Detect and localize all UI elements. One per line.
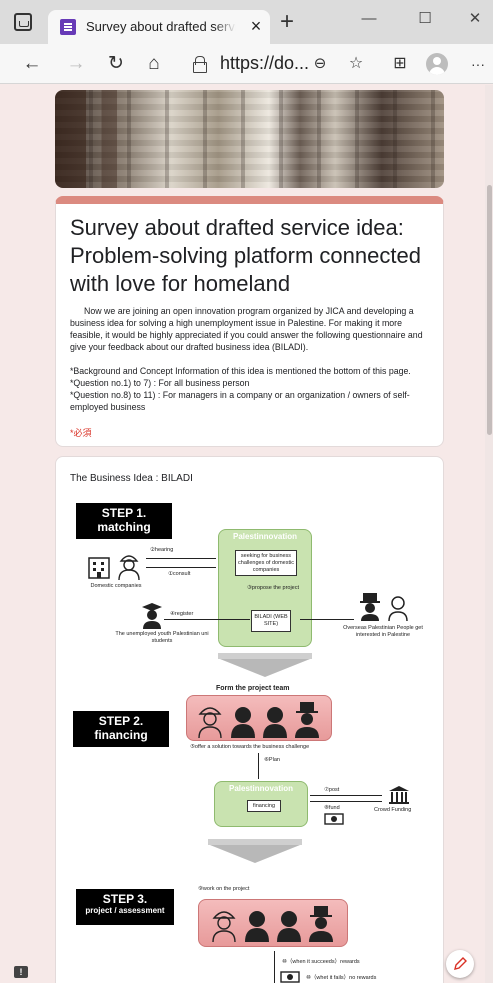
tab-title: Survey about drafted service idea xyxy=(86,19,236,34)
tab-actions-icon[interactable] xyxy=(14,13,32,31)
form-title: Survey about drafted service idea: Probl… xyxy=(70,215,421,296)
hearing-label: ②hearing xyxy=(150,547,174,553)
team-members-icon-2 xyxy=(212,906,333,942)
crowd-funding-label: Crowd Funding xyxy=(374,807,412,813)
fund-arrow xyxy=(310,801,382,802)
section-title: The Business Idea : BILADI xyxy=(70,473,193,484)
menu-icon[interactable]: ··· xyxy=(464,50,492,78)
flow-arrow-1-head xyxy=(220,659,310,677)
fails-label: ⑩（whet it fails）no rewards xyxy=(306,975,377,981)
domestic-companies-label: Domestic companies xyxy=(90,583,142,589)
worker-icon xyxy=(118,555,140,581)
scroll-thumb[interactable] xyxy=(487,185,492,435)
work-label: ⑨work on the project xyxy=(198,886,250,892)
overseas-arrow xyxy=(300,619,354,620)
step1-line2: matching xyxy=(97,520,151,534)
consult-label: ①consult xyxy=(168,571,191,577)
zoom-icon[interactable]: ⊖ xyxy=(306,50,334,78)
add-favorite-icon[interactable]: ☆ xyxy=(342,50,370,78)
step2-line2: financing xyxy=(94,728,148,742)
required-note: *必須 xyxy=(70,428,92,438)
step2-label: STEP 2. financing xyxy=(73,711,169,747)
back-icon[interactable]: ← xyxy=(18,50,46,78)
page-content: Survey about drafted service idea: Probl… xyxy=(0,85,493,983)
gentleman-icon xyxy=(360,593,380,621)
overseas-label: Overseas Palestinian People get interest… xyxy=(343,625,423,638)
maximize-button[interactable]: ☐ xyxy=(410,8,440,32)
propose-label: ③propose the project xyxy=(247,585,300,591)
pencil-icon xyxy=(454,957,467,970)
minimize-button[interactable]: — xyxy=(354,8,384,32)
tab-bar: Survey about drafted service idea × + — … xyxy=(0,0,493,44)
close-window-button[interactable]: ✕ xyxy=(460,8,490,32)
description-note: *Question no.8) to 11) : For managers in… xyxy=(70,390,410,412)
description-note: *Question no.1) to 7) : For all business… xyxy=(70,378,250,388)
step3-line1: STEP 3. xyxy=(102,892,148,906)
fund-label: ⑧fund xyxy=(324,805,340,811)
google-forms-icon xyxy=(60,19,76,35)
biladi-box: BILADI (WEB SITE) xyxy=(251,610,291,632)
form-description: Now we are joining an open innovation pr… xyxy=(70,305,432,413)
profile-avatar[interactable] xyxy=(426,53,448,75)
financing-box: financing xyxy=(247,800,281,812)
project-team-box-2 xyxy=(198,899,348,947)
palestinnovation-box-2: Palestinnovation financing xyxy=(214,781,308,827)
forward-icon[interactable]: → xyxy=(62,50,90,78)
register-arrow xyxy=(164,619,250,620)
plan-arrow xyxy=(258,753,259,779)
reward-arrow xyxy=(274,951,275,983)
woman-icon xyxy=(388,596,408,621)
description-paragraph: Now we are joining an open innovation pr… xyxy=(70,306,423,352)
home-icon[interactable]: ⌂ xyxy=(140,50,168,78)
offer-label: ⑤offer a solution towards the business c… xyxy=(190,744,310,750)
youth-label: The unemployed youth Palestinian uni stu… xyxy=(115,631,209,644)
description-note: *Background and Concept Information of t… xyxy=(70,366,411,376)
form-team-label: Form the project team xyxy=(216,685,290,692)
header-banner-image xyxy=(55,90,444,188)
step1-label: STEP 1. matching xyxy=(76,503,172,539)
building-icon xyxy=(88,557,110,579)
bank-icon xyxy=(389,786,409,804)
step2-line1: STEP 2. xyxy=(98,714,144,728)
step3-line2: project / assessment xyxy=(85,906,165,915)
edit-pencil-button[interactable] xyxy=(446,950,474,978)
page-scrollbar[interactable] xyxy=(485,85,493,983)
team-members-icon xyxy=(198,702,319,738)
browser-toolbar: ← → ↻ ⌂ https://do... ⊖ ☆ ⊞ ··· xyxy=(0,44,493,84)
money-icon xyxy=(324,813,344,825)
address-text: https://do... xyxy=(220,53,310,73)
consult-arrow xyxy=(146,567,216,568)
tab-survey[interactable]: Survey about drafted service idea × xyxy=(48,10,270,44)
succeeds-label: ⑩（when it succeeds）rewards xyxy=(282,959,360,965)
plan-label: ⑥Plan xyxy=(264,757,280,763)
lock-icon[interactable] xyxy=(193,56,207,73)
project-team-box xyxy=(186,695,332,741)
palestinnovation-title-2: Palestinnovation xyxy=(228,784,293,793)
step3-label: STEP 3. project / assessment xyxy=(76,889,174,925)
palestinnovation-title: Palestinnovation xyxy=(232,532,297,541)
collections-icon[interactable]: ⊞ xyxy=(386,50,414,78)
post-arrow xyxy=(310,795,382,796)
palestinnovation-box: Palestinnovation seeking for business ch… xyxy=(218,529,312,647)
feedback-icon[interactable]: ! xyxy=(14,966,28,978)
business-idea-card: The Business Idea : BILADI STEP 1. match… xyxy=(55,456,444,983)
graduate-icon xyxy=(142,603,162,629)
business-idea-diagram: STEP 1. matching Domestic companies ②hea… xyxy=(68,501,433,983)
flow-arrow-2-head xyxy=(210,845,300,863)
reward-money-icon xyxy=(280,971,300,983)
refresh-icon[interactable]: ↻ xyxy=(102,50,130,78)
form-title-card: Survey about drafted service idea: Probl… xyxy=(55,196,444,447)
post-label: ⑦post xyxy=(324,787,340,793)
new-tab-button[interactable]: + xyxy=(276,10,298,34)
step1-line1: STEP 1. xyxy=(101,506,147,520)
tab-close-icon[interactable]: × xyxy=(246,16,266,36)
seeking-box: seeking for business challenges of domes… xyxy=(235,550,297,576)
hearing-arrow xyxy=(146,558,216,559)
register-label: ④register xyxy=(170,611,194,617)
